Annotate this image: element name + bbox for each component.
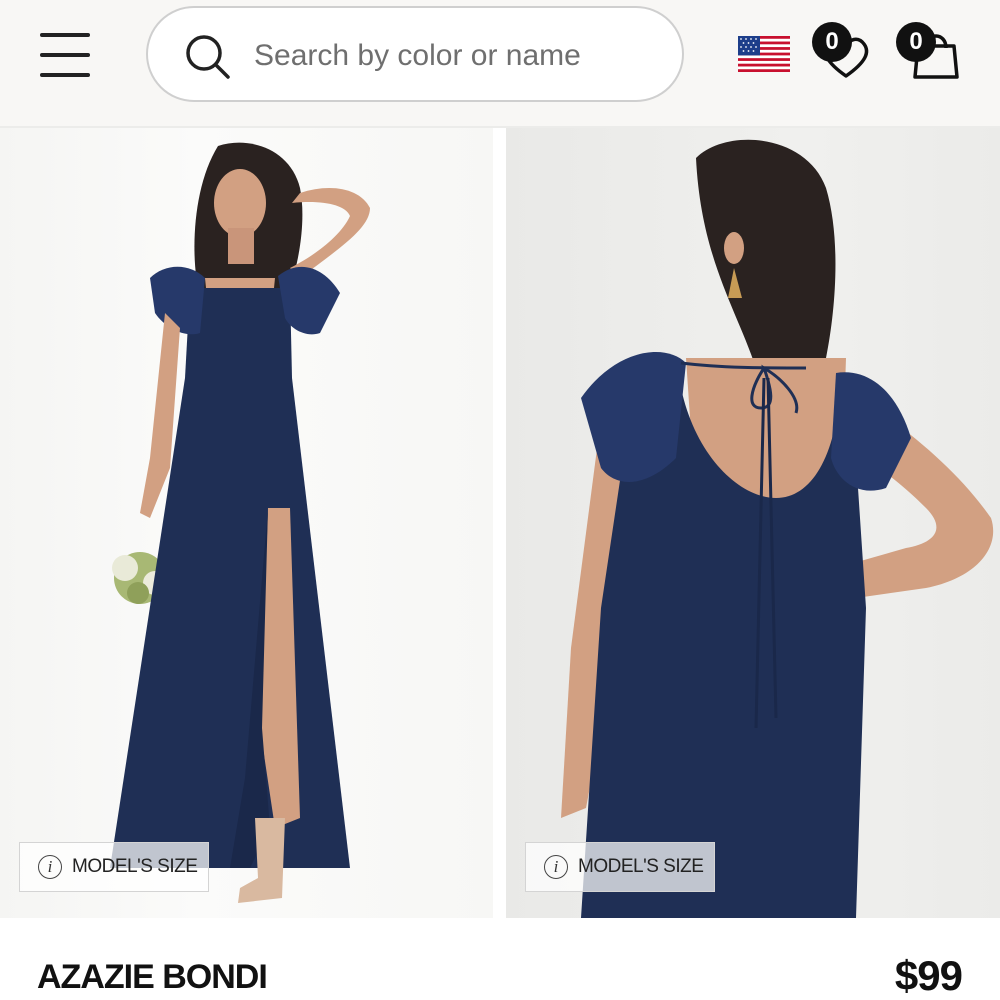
product-page: 0 0: [0, 0, 1000, 1000]
model-size-label: MODEL'S SIZE: [578, 856, 704, 877]
wishlist-button[interactable]: 0: [812, 22, 876, 82]
info-icon: i: [38, 855, 62, 879]
menu-line: [40, 53, 90, 57]
cart-count-badge: 0: [896, 22, 936, 62]
us-flag-icon[interactable]: [738, 36, 790, 72]
model-size-button-back[interactable]: i MODEL'S SIZE: [525, 842, 715, 892]
wishlist-count-badge: 0: [812, 22, 852, 62]
menu-line: [40, 73, 90, 77]
info-icon: i: [544, 855, 568, 879]
search-bar[interactable]: [146, 6, 684, 102]
menu-line: [40, 33, 90, 37]
product-photo-front[interactable]: [0, 128, 493, 918]
product-price: $99: [894, 952, 963, 999]
model-front-illustration: [110, 142, 370, 903]
cart-button[interactable]: 0: [896, 22, 962, 82]
product-photo-back[interactable]: [506, 128, 1000, 918]
model-back-illustration: [561, 139, 994, 918]
model-size-label: MODEL'S SIZE: [72, 856, 198, 877]
search-icon[interactable]: [184, 33, 232, 81]
hamburger-menu-button[interactable]: [40, 33, 94, 77]
search-input[interactable]: [252, 30, 656, 82]
product-name: AZAZIE BONDI: [37, 958, 268, 996]
top-header: 0 0: [0, 0, 1000, 128]
model-size-button-front[interactable]: i MODEL'S SIZE: [19, 842, 209, 892]
